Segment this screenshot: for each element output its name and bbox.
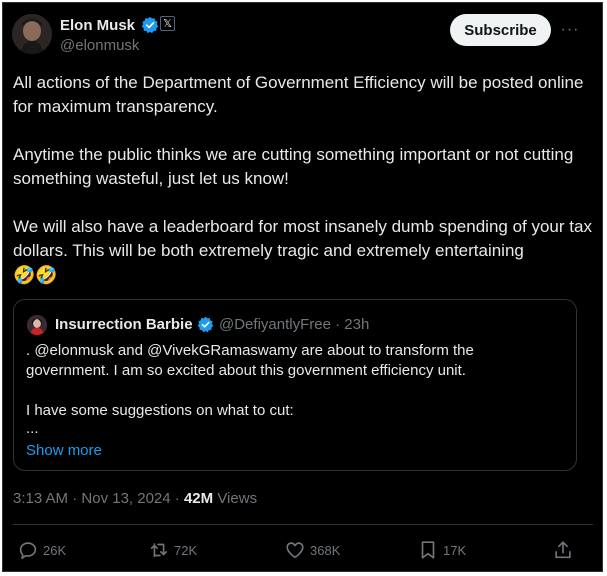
views-label: Views — [217, 490, 258, 507]
quote-time[interactable]: 23h — [344, 316, 369, 333]
more-options-icon[interactable]: ··· — [557, 17, 583, 43]
repost-button[interactable]: 72K — [148, 536, 197, 564]
quote-line-2: government. I am so excited about this g… — [26, 362, 466, 379]
quote-verified-badge-icon — [197, 316, 214, 333]
post-paragraph-1: All actions of the Department of Governm… — [13, 73, 584, 116]
post-paragraph-2: Anytime the public thinks we are cutting… — [13, 145, 574, 188]
quote-author-avatar[interactable] — [27, 315, 47, 335]
post-timestamp: 3:13 AM · Nov 13, 2024 · 42M Views — [13, 489, 257, 509]
like-button[interactable]: 368K — [284, 536, 340, 564]
author-handle[interactable]: @elonmusk — [60, 36, 139, 56]
post-date[interactable]: Nov 13, 2024 — [81, 490, 170, 507]
quote-line-1: . @elonmusk and @VivekGRamaswamy are abo… — [26, 342, 474, 359]
post-paragraph-3-text: We will also have a leaderboard for most… — [13, 217, 592, 260]
share-button[interactable] — [552, 536, 578, 564]
author-avatar[interactable] — [12, 14, 52, 54]
rofl-emoji-icon: 🤣🤣 — [13, 265, 58, 285]
post-paragraph-3: We will also have a leaderboard for most… — [13, 215, 593, 288]
author-name[interactable]: Elon Musk — [60, 16, 135, 36]
show-more-link[interactable]: Show more — [26, 441, 102, 461]
reply-icon — [19, 542, 37, 560]
quote-meta: @DefiyantlyFree · 23h — [219, 315, 369, 335]
verified-badge-icon — [141, 16, 159, 34]
post-time[interactable]: 3:13 AM — [13, 490, 68, 507]
reply-count: 26K — [43, 542, 67, 558]
timestamp-separator-1: · — [72, 490, 78, 507]
quote-line-5: ... — [26, 420, 39, 437]
timestamp-separator-2: · — [174, 490, 180, 507]
bookmark-count: 17K — [443, 542, 467, 558]
views-count: 42M — [183, 490, 214, 507]
heart-icon — [286, 542, 304, 559]
x-affiliation-icon: 𝕏 — [160, 16, 175, 31]
share-icon — [555, 541, 571, 559]
quote-author-name[interactable]: Insurrection Barbie — [55, 315, 193, 335]
quote-separator: · — [335, 316, 341, 333]
reply-button[interactable]: 26K — [17, 536, 66, 564]
quote-author-handle[interactable]: @DefiyantlyFree — [219, 316, 331, 333]
repost-icon — [150, 543, 168, 558]
bookmark-button[interactable]: 17K — [417, 536, 466, 564]
divider — [13, 524, 593, 525]
like-count: 368K — [310, 542, 341, 558]
post-card: Elon Musk 𝕏 @elonmusk Subscribe ··· All … — [2, 2, 603, 572]
bookmark-icon — [421, 541, 435, 559]
quoted-post[interactable]: Insurrection Barbie @DefiyantlyFree · 23… — [13, 299, 577, 471]
repost-count: 72K — [174, 542, 198, 558]
quote-line-4: I have some suggestions on what to cut: — [26, 402, 294, 419]
subscribe-button[interactable]: Subscribe — [450, 14, 551, 46]
